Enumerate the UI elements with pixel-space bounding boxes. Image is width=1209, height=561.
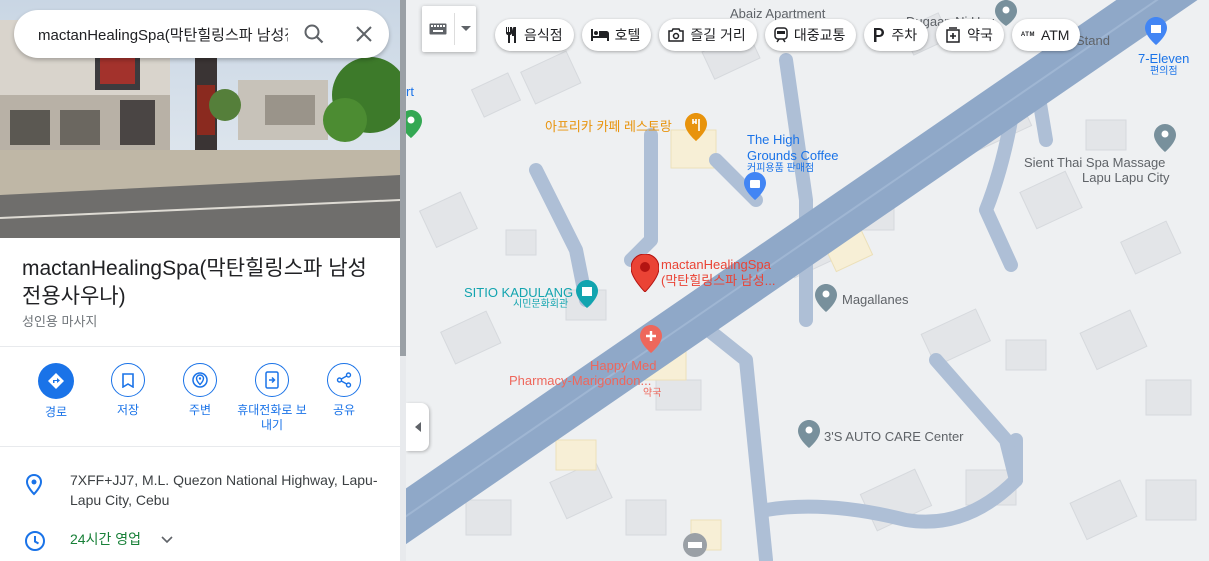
place-category[interactable]: 성인용 마사지 bbox=[22, 311, 97, 330]
label-7eleven[interactable]: 7-Eleven bbox=[1138, 51, 1189, 66]
hours-row[interactable]: 24시간 영업 bbox=[0, 528, 400, 556]
chip-label: 주차 bbox=[891, 27, 918, 43]
place-panel: mactanHealingSpa(막탄힐링스파 남성전용사우나) mactanH… bbox=[0, 0, 400, 561]
transit-icon bbox=[774, 27, 788, 43]
label-magallanes[interactable]: Magallanes bbox=[842, 292, 909, 307]
share-icon bbox=[327, 363, 361, 397]
divider bbox=[0, 346, 400, 347]
label-high-grounds-1[interactable]: The High bbox=[747, 132, 800, 147]
map-base bbox=[406, 0, 1198, 561]
label-happy-sub: 약국 bbox=[643, 388, 662, 399]
address-row[interactable]: 7XFF+JJ7, M.L. Quezon National Highway, … bbox=[0, 470, 400, 514]
label-7eleven-sub: 편의점 bbox=[1150, 66, 1178, 77]
label-rt: rt bbox=[406, 84, 414, 99]
chip-label: 음식점 bbox=[524, 27, 563, 43]
label-cafe[interactable]: 아프리카 카페 레스토랑 bbox=[545, 119, 672, 134]
hours-text: 24시간 영업 bbox=[70, 531, 141, 547]
chip-pharmacy[interactable]: 약국 bbox=[936, 19, 1004, 51]
action-label: 공유 bbox=[332, 403, 356, 417]
hotel-pin-icon[interactable] bbox=[682, 532, 708, 558]
share-button[interactable]: 공유 bbox=[308, 363, 380, 433]
chip-atm[interactable]: ATM ATM bbox=[1011, 19, 1081, 51]
restaurant-icon bbox=[504, 27, 518, 43]
category-chips: 음식점 호텔 즐길 거리 대중교통 주차 약국 ATM ATM bbox=[495, 19, 1081, 51]
chip-things-to-do[interactable]: 즐길 거리 bbox=[659, 19, 757, 51]
label-stand: Stand bbox=[1076, 33, 1110, 48]
send-to-phone-button[interactable]: 휴대전화로 보내기 bbox=[236, 363, 308, 433]
magallanes-pin-icon[interactable] bbox=[815, 284, 837, 312]
label-happy-1[interactable]: Happy Med bbox=[590, 358, 656, 373]
action-label: 경로 bbox=[44, 405, 68, 419]
close-icon[interactable] bbox=[352, 22, 376, 46]
chip-label: 대중교통 bbox=[793, 27, 846, 43]
search-box[interactable]: mactanHealingSpa(막탄힐링스파 남성전용사우나) bbox=[14, 10, 389, 58]
dropdown-arrow-icon[interactable] bbox=[455, 26, 476, 32]
auto-care-pin-icon[interactable] bbox=[798, 420, 820, 448]
map-canvas[interactable]: Abaiz Apartment Dugaan Ni Hoy Stand 7-El… bbox=[406, 0, 1209, 561]
location-pin-icon bbox=[25, 474, 43, 496]
save-button[interactable]: 저장 bbox=[92, 363, 164, 433]
chip-label: 즐길 거리 bbox=[690, 27, 746, 43]
directions-icon bbox=[38, 363, 74, 399]
chip-label: ATM bbox=[1040, 27, 1070, 43]
action-label: 저장 bbox=[116, 403, 140, 417]
label-spa-2[interactable]: (막탄힐링스파 남성... bbox=[661, 273, 775, 288]
address-text: 7XFF+JJ7, M.L. Quezon National Highway, … bbox=[70, 472, 378, 508]
directions-button[interactable]: 경로 bbox=[20, 363, 92, 433]
chip-parking[interactable]: 주차 bbox=[864, 19, 929, 51]
action-buttons: 경로 저장 주변 휴대전화로 보내기 공유 bbox=[20, 363, 380, 433]
shopping-pin-icon[interactable] bbox=[744, 172, 766, 200]
search-input[interactable]: mactanHealingSpa(막탄힐링스파 남성전용사우나) bbox=[38, 24, 288, 45]
label-sitio[interactable]: SITIO KADULANG bbox=[464, 285, 573, 300]
keyboard-icon bbox=[422, 23, 454, 35]
convenience-store-pin-icon[interactable] bbox=[1145, 17, 1167, 45]
label-happy-2[interactable]: Pharmacy-Marigondon... bbox=[509, 373, 651, 388]
selected-place-pin-icon[interactable] bbox=[631, 254, 659, 292]
chevron-left-icon bbox=[414, 422, 421, 432]
nearby-icon bbox=[183, 363, 217, 397]
label-spa-1[interactable]: mactanHealingSpa bbox=[661, 257, 771, 272]
chip-restaurant[interactable]: 음식점 bbox=[495, 19, 574, 51]
cafe-pin-icon[interactable] bbox=[685, 113, 707, 141]
chip-label: 호텔 bbox=[614, 27, 641, 43]
label-sient-1[interactable]: Sient Thai Spa Massage bbox=[1024, 155, 1165, 170]
spa-pin-icon[interactable] bbox=[1154, 124, 1176, 152]
chip-transit[interactable]: 대중교통 bbox=[764, 19, 857, 51]
pharmacy-icon bbox=[945, 27, 961, 43]
camera-icon bbox=[668, 28, 685, 42]
label-auto[interactable]: 3'S AUTO CARE Center bbox=[824, 429, 964, 444]
park-pin-icon[interactable] bbox=[406, 110, 422, 138]
label-high-grounds-2[interactable]: Grounds Coffee bbox=[747, 148, 839, 163]
hotel-icon bbox=[590, 29, 609, 41]
atm-icon: ATM bbox=[1020, 32, 1035, 38]
keyboard-shortcuts-button[interactable] bbox=[422, 6, 476, 52]
label-sitio-sub: 시민문화회관 bbox=[513, 299, 569, 310]
nearby-button[interactable]: 주변 bbox=[164, 363, 236, 433]
chip-label: 약국 bbox=[967, 27, 993, 43]
action-label: 휴대전화로 보내기 bbox=[237, 403, 307, 432]
bookmark-icon bbox=[111, 363, 145, 397]
clock-icon bbox=[25, 531, 45, 551]
pharmacy-pin-icon[interactable] bbox=[640, 325, 662, 353]
parking-icon bbox=[873, 28, 885, 42]
send-to-phone-icon bbox=[255, 363, 289, 397]
collapse-panel-button[interactable] bbox=[406, 403, 429, 451]
civic-center-pin-icon[interactable] bbox=[576, 280, 598, 308]
chevron-down-icon[interactable] bbox=[161, 536, 173, 544]
action-label: 주변 bbox=[188, 403, 212, 417]
label-sient-2: Lapu Lapu City bbox=[1082, 170, 1170, 185]
place-title: mactanHealingSpa(막탄힐링스파 남성전용사우나) bbox=[22, 257, 367, 308]
chip-hotel[interactable]: 호텔 bbox=[581, 19, 652, 51]
search-icon[interactable] bbox=[302, 22, 326, 46]
panel-scroll-thumb[interactable] bbox=[400, 0, 406, 356]
divider bbox=[0, 446, 400, 447]
